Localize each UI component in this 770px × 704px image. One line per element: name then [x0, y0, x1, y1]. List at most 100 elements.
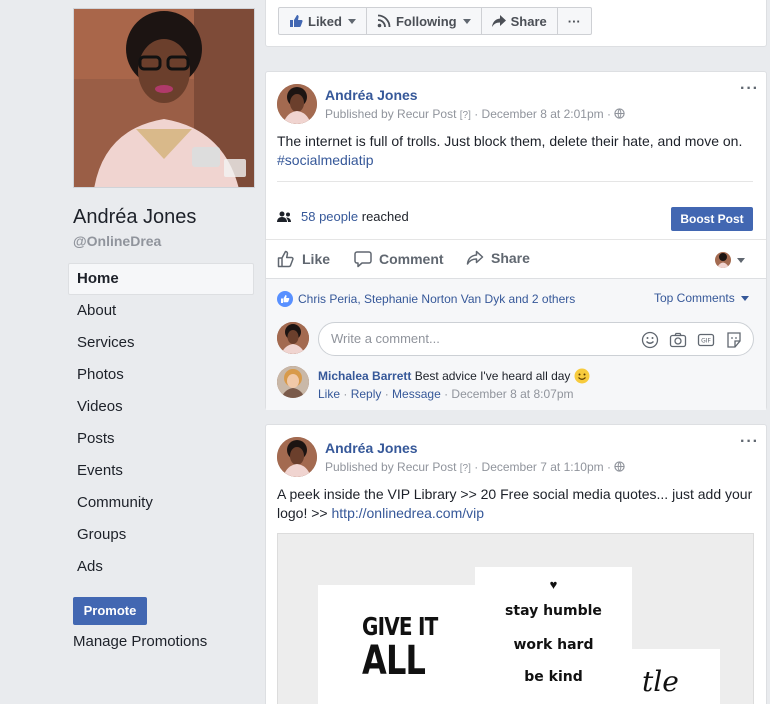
thumbs-up-icon	[290, 15, 303, 27]
comment-reply-link[interactable]: Reply	[351, 387, 382, 401]
quote-card-right: tle	[630, 649, 720, 704]
comment-box: GIF	[318, 322, 754, 356]
quote-line: GIVE IT	[362, 612, 438, 641]
post-link[interactable]: http://onlinedrea.com/vip	[332, 505, 485, 521]
divider	[277, 181, 753, 182]
nav-item-posts[interactable]: Posts	[68, 423, 254, 455]
comment-actions: Like · Reply · Message · December 8 at 8…	[318, 387, 574, 401]
chevron-down-icon	[737, 257, 745, 263]
nav-item-home[interactable]: Home	[68, 263, 254, 295]
quote-line: be kind	[524, 669, 583, 685]
comment-time[interactable]: December 8 at 8:07pm	[451, 387, 573, 401]
people-icon	[277, 211, 291, 222]
author-avatar[interactable]	[277, 84, 317, 124]
manage-promotions-link[interactable]: Manage Promotions	[73, 633, 207, 650]
published-by[interactable]: Published by Recur Post	[325, 107, 456, 121]
page-action-card: Liked Following Share ···	[265, 0, 767, 47]
like-button[interactable]: Like	[277, 250, 330, 268]
reactions-names[interactable]: Chris Peria, Stephanie Norton Van Dyk an…	[298, 292, 575, 306]
current-user-avatar	[277, 322, 309, 354]
following-button[interactable]: Following	[367, 8, 482, 34]
globe-icon	[614, 108, 625, 119]
camera-icon[interactable]	[669, 331, 687, 349]
comment-input[interactable]	[331, 331, 631, 346]
divider	[266, 239, 766, 240]
published-by[interactable]: Published by Recur Post	[325, 460, 456, 474]
comment-text: Best advice I've heard all day	[414, 369, 571, 383]
heart-icon: ♥	[549, 577, 558, 592]
nav-item-events[interactable]: Events	[68, 455, 254, 487]
chevron-down-icon	[462, 18, 471, 24]
help-link[interactable]: [?]	[460, 110, 471, 121]
profile-picture[interactable]	[73, 8, 255, 188]
share-arrow-icon	[466, 250, 484, 265]
nav-item-community[interactable]: Community	[68, 487, 254, 519]
share-label: Share	[491, 250, 530, 266]
post-text: A peek inside the VIP Library >> 20 Free…	[277, 485, 757, 523]
post-as-selector[interactable]	[715, 252, 745, 268]
nav-item-services[interactable]: Services	[68, 327, 254, 359]
author-avatar[interactable]	[277, 437, 317, 477]
share-arrow-icon	[491, 15, 506, 27]
reactions-summary[interactable]: Chris Peria, Stephanie Norton Van Dyk an…	[277, 291, 575, 307]
chevron-down-icon	[347, 18, 356, 24]
reach-info: 58 people reached	[277, 209, 409, 224]
post-meta: Published by Recur Post [?] · December 7…	[325, 460, 625, 474]
comment: Michalea Barrett Best advice I've heard …	[318, 368, 590, 384]
comment-author[interactable]: Michalea Barrett	[318, 369, 411, 383]
smiley-emoji-icon	[574, 368, 590, 384]
post-timestamp[interactable]: December 8 at 2:01pm	[482, 107, 604, 121]
liked-label: Liked	[308, 13, 342, 29]
post-image[interactable]: GIVE IT ALL ♥ stay humble work hard be k…	[277, 533, 754, 704]
quote-script-text: tle	[642, 665, 679, 698]
post-options-icon[interactable]: ···	[740, 80, 759, 98]
globe-icon	[614, 461, 625, 472]
share-label: Share	[510, 13, 547, 29]
page-action-buttons: Liked Following Share ···	[278, 7, 592, 35]
emoji-icon[interactable]	[641, 331, 659, 349]
comment-like-link[interactable]: Like	[318, 387, 340, 401]
post-card: Andréa Jones Published by Recur Post [?]…	[265, 71, 767, 410]
page-handle: @OnlineDrea	[73, 233, 162, 249]
comment-bubble-icon	[354, 251, 372, 268]
more-icon: ···	[567, 13, 581, 29]
reach-count[interactable]: 58 people	[301, 209, 358, 224]
comment-message-link[interactable]: Message	[392, 387, 441, 401]
share-button[interactable]: Share	[466, 250, 530, 266]
quote-line: stay humble	[505, 603, 602, 619]
post-author[interactable]: Andréa Jones	[325, 87, 418, 103]
commenter-avatar[interactable]	[277, 366, 309, 398]
boost-post-button[interactable]: Boost Post	[671, 207, 753, 231]
like-label: Like	[302, 251, 331, 267]
post-author[interactable]: Andréa Jones	[325, 440, 418, 456]
nav-item-photos[interactable]: Photos	[68, 359, 254, 391]
comment-label: Comment	[379, 251, 444, 267]
promote-button[interactable]: Promote	[73, 597, 147, 625]
top-comments-dropdown[interactable]: Top Comments	[654, 291, 749, 305]
nav-item-about[interactable]: About	[68, 295, 254, 327]
liked-button[interactable]: Liked	[279, 8, 367, 34]
gif-icon[interactable]: GIF	[697, 331, 715, 349]
post-timestamp[interactable]: December 7 at 1:10pm	[482, 460, 604, 474]
avatar	[715, 252, 731, 268]
post-options-icon[interactable]: ···	[740, 433, 759, 451]
more-options-button[interactable]: ···	[558, 8, 591, 34]
thumbs-up-outline-icon	[277, 250, 294, 268]
top-comments-label: Top Comments	[654, 291, 735, 305]
quote-line: work hard	[513, 637, 594, 653]
rss-icon	[377, 14, 391, 28]
help-link[interactable]: [?]	[460, 463, 471, 474]
nav-item-ads[interactable]: Ads	[68, 551, 254, 583]
comment-button[interactable]: Comment	[354, 250, 444, 268]
post-body: The internet is full of trolls. Just blo…	[277, 133, 743, 149]
reach-suffix: reached	[361, 209, 409, 224]
share-page-button[interactable]: Share	[482, 8, 558, 34]
hashtag-link[interactable]: #socialmediatip	[277, 152, 374, 168]
comments-section: Chris Peria, Stephanie Norton Van Dyk an…	[266, 278, 766, 410]
nav-item-groups[interactable]: Groups	[68, 519, 254, 551]
post-text: The internet is full of trolls. Just blo…	[277, 132, 757, 170]
sticker-icon[interactable]	[725, 331, 743, 349]
following-label: Following	[395, 13, 457, 29]
nav-item-videos[interactable]: Videos	[68, 391, 254, 423]
quote-text: GIVE IT ALL	[362, 612, 438, 682]
